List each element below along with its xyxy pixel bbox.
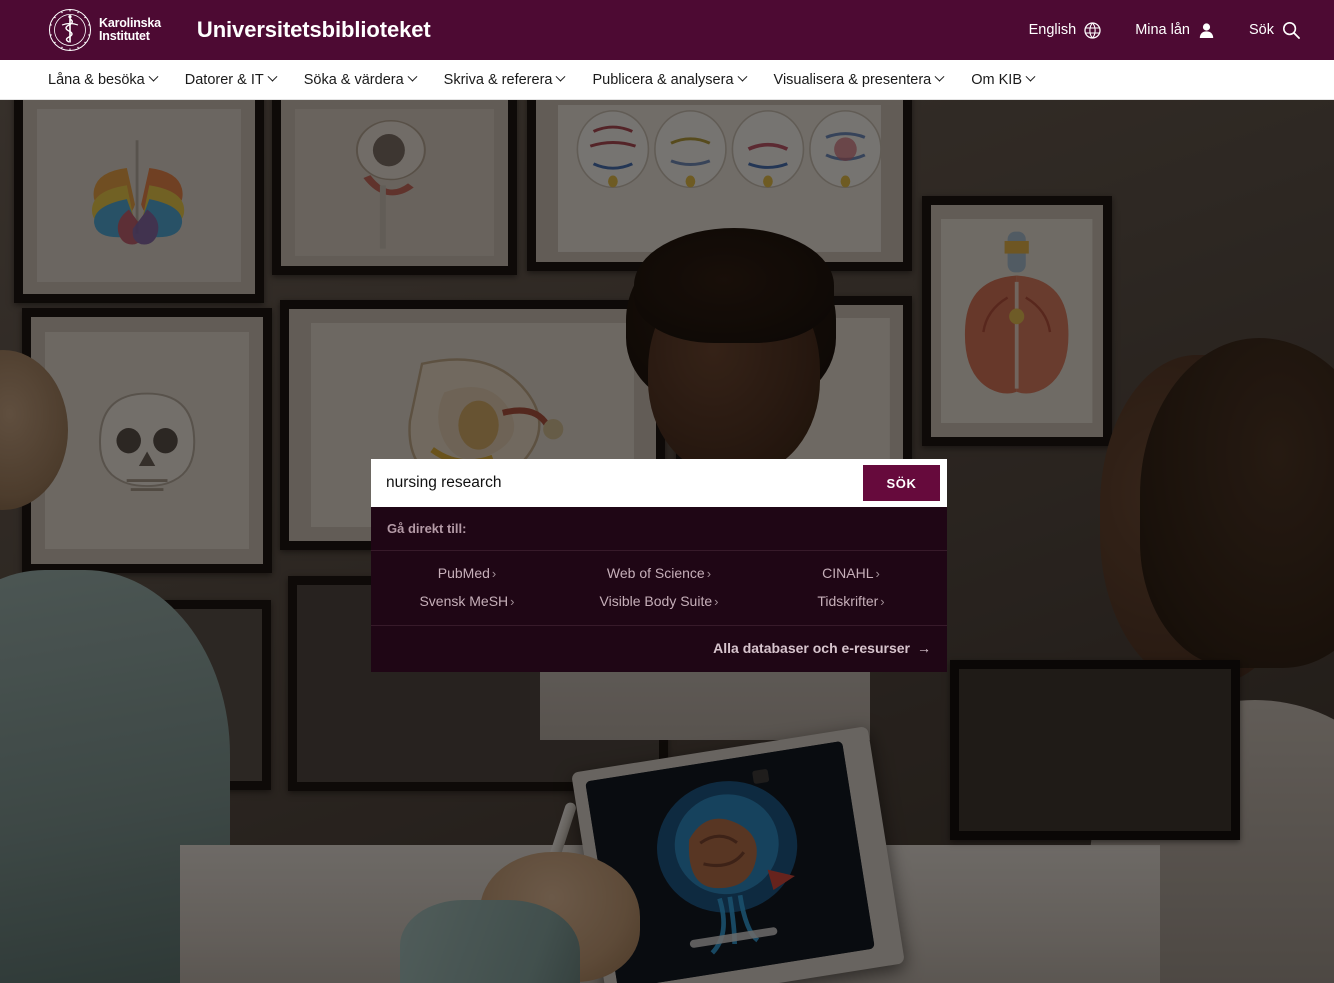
- chevron-down-icon: [556, 71, 566, 82]
- nav-item-om-kib[interactable]: Om KIB: [957, 72, 1048, 88]
- user-icon: [1198, 22, 1215, 39]
- chevron-down-icon: [267, 71, 278, 82]
- chevron-right-icon: ›: [714, 594, 719, 609]
- nav-item-skriva-referera[interactable]: Skriva & referera: [430, 72, 579, 88]
- nav-item-label: Låna & besöka: [48, 71, 145, 88]
- english-label: English: [1028, 22, 1077, 38]
- karolinska-institutet-seal-icon: [48, 8, 92, 52]
- nav-item-label: Publicera & analysera: [592, 71, 734, 88]
- logo-wordmark-line2: Institutet: [99, 29, 150, 43]
- nav-item-label: Visualisera & presentera: [773, 71, 932, 88]
- dropdown-heading: Gå direkt till:: [371, 507, 947, 551]
- logo-wordmark: Karolinska Institutet: [99, 15, 161, 44]
- hero-search-widget: SÖK Gå direkt till: PubMed› Web of Scien…: [371, 459, 947, 672]
- chevron-right-icon: ›: [491, 566, 497, 581]
- chevron-right-icon: ›: [706, 566, 712, 581]
- search-bar: SÖK: [371, 459, 947, 507]
- header-utility-links: English Mina lån Sök: [1029, 21, 1300, 39]
- nav-item-label: Söka & värdera: [303, 71, 404, 88]
- quick-link-label: Svensk MeSH: [419, 593, 509, 609]
- quick-link-label: CINAHL: [822, 565, 874, 581]
- nav-item-visualisera-presentera[interactable]: Visualisera & presentera: [760, 72, 958, 88]
- quick-links-grid: PubMed › Web of Science › CINAHL › Svensk M…: [371, 551, 947, 626]
- all-databases-label: Alla databaser och e-resurser: [713, 640, 910, 656]
- quick-link-svensk-mesh[interactable]: Svensk MeSH ›: [371, 587, 563, 615]
- search-suggestions-dropdown: Gå direkt till: PubMed › Web of Science › …: [371, 507, 947, 672]
- chevron-down-icon: [407, 71, 418, 82]
- nav-item-publicera-analysera[interactable]: Publicera & analysera: [578, 72, 759, 88]
- chevron-right-icon: ›: [875, 566, 880, 581]
- nav-item-label: Om KIB: [971, 71, 1023, 88]
- my-loans-link[interactable]: Mina lån: [1135, 22, 1215, 39]
- quick-link-label: Web of Science: [606, 565, 705, 581]
- arrow-right-icon: →: [917, 640, 931, 656]
- chevron-right-icon: ›: [880, 594, 885, 609]
- nav-item-label: Skriva & referera: [443, 71, 553, 88]
- quick-link-label: Visible Body Suite: [599, 593, 713, 609]
- main-navigation-list: Låna & besöka Datorer & IT Söka & värder…: [48, 72, 1048, 88]
- quick-link-web-of-science[interactable]: Web of Science ›: [563, 559, 755, 587]
- nav-item-soka-vardera[interactable]: Söka & värdera: [290, 72, 430, 88]
- quick-link-pubmed[interactable]: PubMed ›: [371, 559, 563, 587]
- logo-link[interactable]: Karolinska Institutet: [48, 8, 161, 52]
- search-toggle-link[interactable]: Sök: [1249, 21, 1300, 39]
- search-icon: [1282, 21, 1300, 39]
- nav-item-lana-besoka[interactable]: Låna & besöka: [48, 72, 171, 88]
- search-toggle-label: Sök: [1249, 22, 1274, 38]
- main-navigation: Låna & besöka Datorer & IT Söka & värder…: [0, 60, 1334, 100]
- chevron-down-icon: [148, 71, 159, 82]
- quick-link-label: Tidskrifter: [817, 593, 879, 609]
- quick-link-label: PubMed: [437, 565, 490, 581]
- chevron-right-icon: ›: [510, 594, 515, 609]
- search-submit-button[interactable]: SÖK: [863, 465, 940, 501]
- chevron-down-icon: [934, 71, 945, 82]
- globe-icon: [1084, 21, 1101, 39]
- all-databases-link[interactable]: Alla databaser och e-resurser →: [713, 640, 931, 656]
- my-loans-label: Mina lån: [1135, 22, 1190, 38]
- nav-item-datorer-it[interactable]: Datorer & IT: [171, 72, 290, 88]
- chevron-down-icon: [737, 71, 747, 82]
- site-title[interactable]: Universitetsbiblioteket: [197, 17, 431, 43]
- quick-link-tidskrifter[interactable]: Tidskrifter ›: [755, 587, 947, 615]
- site-header: Karolinska Institutet Universitetsbiblio…: [0, 0, 1334, 60]
- quick-link-cinahl[interactable]: CINAHL ›: [755, 559, 947, 587]
- chevron-down-icon: [1025, 71, 1036, 82]
- nav-item-label: Datorer & IT: [184, 71, 264, 88]
- search-input[interactable]: [371, 474, 863, 492]
- quick-link-visible-body-suite[interactable]: Visible Body Suite ›: [563, 587, 755, 615]
- language-switch-english[interactable]: English: [1028, 21, 1102, 39]
- logo-wordmark-line1: Karolinska: [99, 15, 161, 30]
- dropdown-footer: Alla databaser och e-resurser →: [371, 626, 947, 672]
